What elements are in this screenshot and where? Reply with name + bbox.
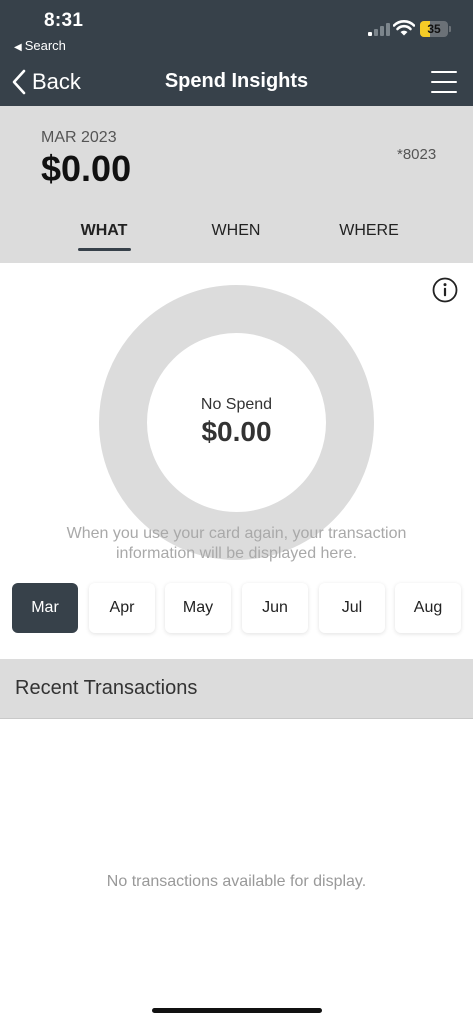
wifi-icon: [393, 20, 415, 36]
card-number: *8023: [397, 146, 437, 163]
tab-what[interactable]: WHAT: [44, 222, 164, 240]
recent-transactions-header: Recent Transactions: [0, 659, 473, 719]
month-selector: Mar Apr May Jun Jul Aug: [0, 583, 473, 635]
hamburger-menu-icon[interactable]: [431, 71, 457, 93]
status-time: 8:31: [44, 10, 84, 31]
period-label: MAR 2023: [41, 129, 117, 146]
donut-center-label: No Spend: [200, 396, 273, 413]
month-chip-jun[interactable]: Jun: [242, 583, 308, 633]
back-triangle-icon: ◀: [14, 42, 22, 53]
top-bar: 8:31 ◀ Search 35 Back Spend Insights: [0, 0, 473, 106]
empty-chart-message: When you use your card again, your trans…: [66, 525, 407, 562]
donut-center-value: $0.00: [201, 416, 272, 447]
battery-level: 35: [427, 22, 441, 36]
tab-when[interactable]: WHEN: [176, 222, 296, 240]
month-chip-may[interactable]: May: [165, 583, 231, 633]
month-chip-jul[interactable]: Jul: [319, 583, 385, 633]
active-tab-indicator: [78, 248, 131, 251]
status-back-label: Search: [24, 38, 66, 53]
cellular-signal-icon: [368, 22, 390, 36]
status-back-to-app[interactable]: ◀ Search: [14, 38, 66, 53]
total-spend: $0.00: [41, 148, 132, 189]
no-transactions-message: No transactions available for display.: [106, 873, 367, 890]
spend-summary: MAR 2023 $0.00 *8023 WHAT WHEN WHERE: [0, 106, 473, 263]
month-chip-mar[interactable]: Mar: [12, 583, 78, 633]
tab-where[interactable]: WHERE: [309, 222, 429, 240]
info-icon[interactable]: [432, 277, 458, 303]
insight-tabs: WHAT WHEN WHERE: [0, 214, 473, 254]
home-indicator[interactable]: [152, 1008, 322, 1013]
battery-icon: 35: [420, 21, 448, 37]
month-chip-apr[interactable]: Apr: [89, 583, 155, 633]
month-chip-aug[interactable]: Aug: [395, 583, 461, 633]
page-title: Spend Insights: [164, 70, 309, 92]
recent-transactions-title: Recent Transactions: [15, 677, 198, 699]
